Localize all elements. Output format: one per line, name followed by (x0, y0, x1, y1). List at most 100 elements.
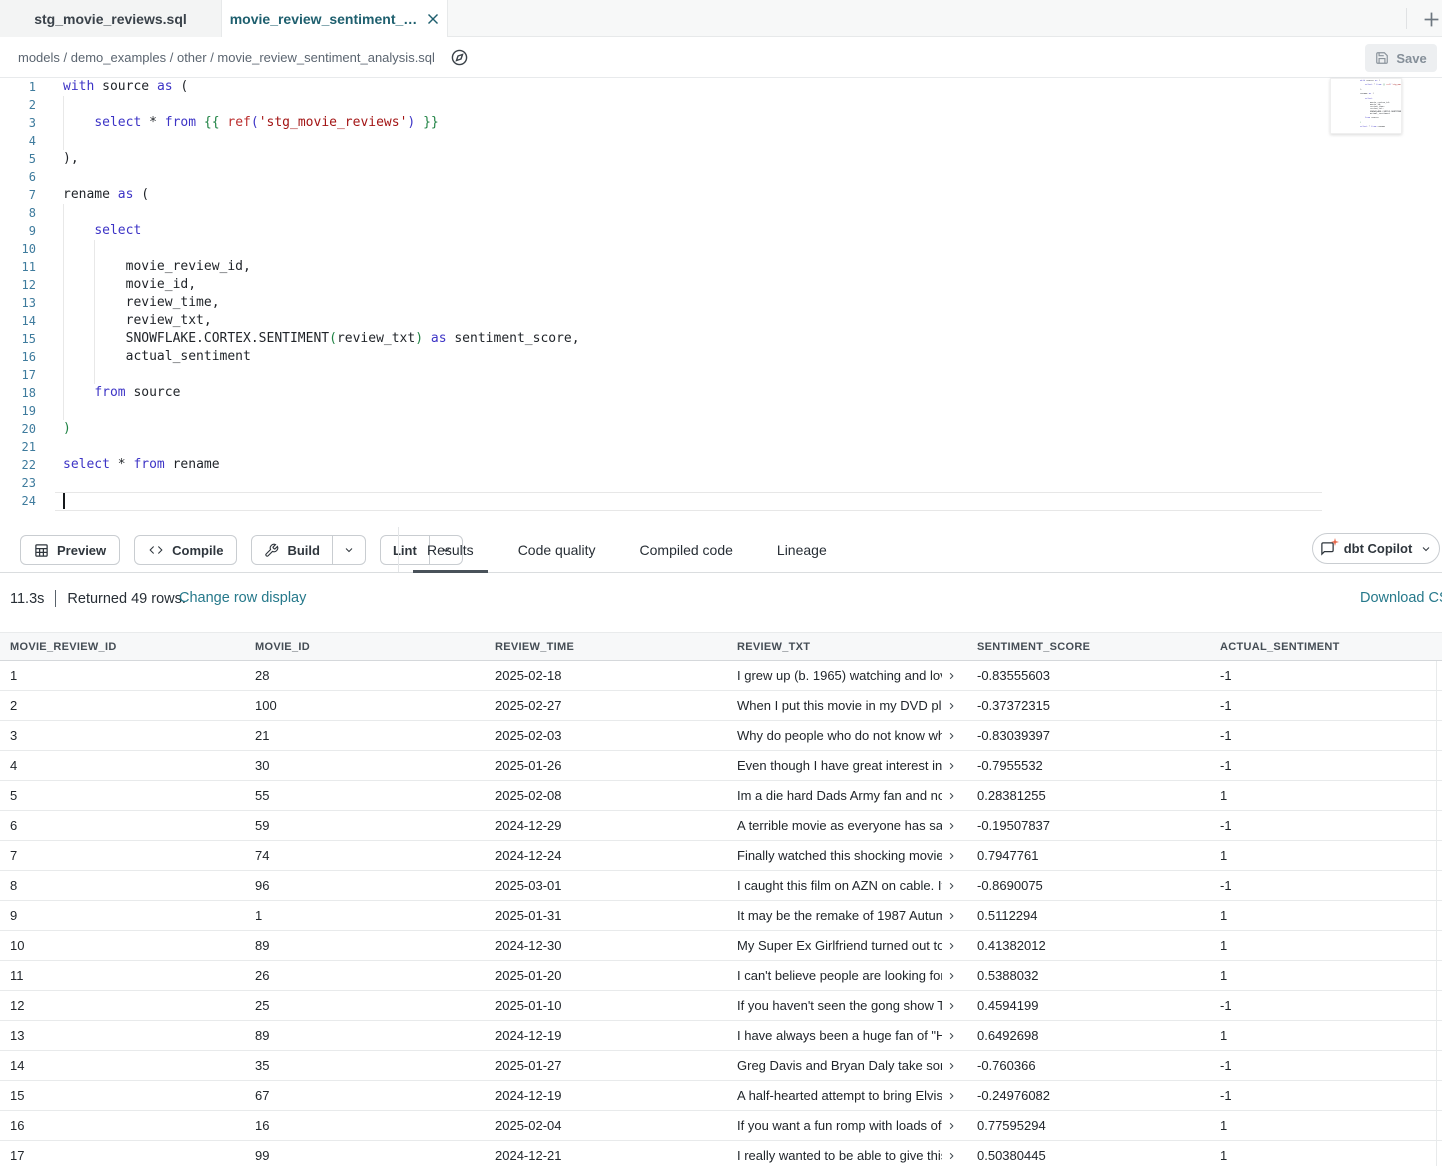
cell-review_txt: It may be the remake of 1987 Autumn'… (727, 908, 967, 923)
code-line[interactable]: 11 movie_review_id, (0, 258, 1442, 276)
tab-movie-review-sentiment[interactable]: movie_review_sentiment_… (222, 0, 448, 38)
copilot-chat-icon (1320, 541, 1336, 557)
cell-movie_id: 89 (245, 938, 485, 953)
tab-stg-movie-reviews[interactable]: stg_movie_reviews.sql (0, 0, 222, 37)
code-line[interactable]: 6 (0, 168, 1442, 186)
expand-review-icon[interactable] (946, 1120, 957, 1132)
divider (55, 590, 56, 607)
code-line[interactable]: 13 review_time, (0, 294, 1442, 312)
cell-movie_review_id: 13 (0, 1028, 245, 1043)
code-line[interactable]: 12 movie_id, (0, 276, 1442, 294)
table-header-row: MOVIE_REVIEW_IDMOVIE_IDREVIEW_TIMEREVIEW… (0, 632, 1442, 661)
expand-review-icon[interactable] (946, 970, 957, 982)
tab-results[interactable]: Results (413, 527, 488, 572)
cell-sentiment_score: 0.5388032 (967, 968, 1210, 983)
expand-review-icon[interactable] (946, 1090, 957, 1102)
code-line[interactable]: 17 (0, 366, 1442, 384)
code-line[interactable]: 5), (0, 150, 1442, 168)
preview-button[interactable]: Preview (20, 535, 120, 565)
cell-movie_id: 96 (245, 878, 485, 893)
expand-review-icon[interactable] (946, 790, 957, 802)
cell-review_time: 2025-01-31 (485, 908, 727, 923)
expand-review-icon[interactable] (946, 700, 957, 712)
line-number: 3 (0, 114, 36, 132)
compass-icon[interactable] (447, 44, 473, 70)
table-body: 1282025-02-18I grew up (b. 1965) watchin… (0, 661, 1442, 1166)
expand-review-icon[interactable] (946, 730, 957, 742)
code-line[interactable]: 9 select (0, 222, 1442, 240)
save-button[interactable]: Save (1365, 44, 1437, 72)
code-line[interactable]: 3 select * from {{ ref('stg_movie_review… (0, 114, 1442, 132)
review-text: Finally watched this shocking movie la… (737, 848, 942, 863)
code-line[interactable]: 4 (0, 132, 1442, 150)
review-text: My Super Ex Girlfriend turned out to b… (737, 938, 942, 953)
code-line[interactable]: 16 actual_sentiment (0, 348, 1442, 366)
expand-review-icon[interactable] (946, 850, 957, 862)
column-header-sentiment_score: SENTIMENT_SCORE (967, 641, 1210, 653)
line-number: 2 (0, 96, 36, 114)
cell-movie_id: 25 (245, 998, 485, 1013)
tab-code-quality[interactable]: Code quality (504, 527, 610, 572)
expand-review-icon[interactable] (946, 940, 957, 952)
indent-guide (63, 96, 64, 150)
code-line[interactable]: 8 (0, 204, 1442, 222)
tab-compiled-code[interactable]: Compiled code (626, 527, 747, 572)
code-line[interactable]: 14 review_txt, (0, 312, 1442, 330)
line-number: 19 (0, 402, 36, 420)
code-icon (148, 543, 164, 557)
cell-movie_id: 59 (245, 818, 485, 833)
save-icon (1375, 51, 1389, 65)
tab-lineage[interactable]: Lineage (763, 527, 841, 572)
change-row-display-link[interactable]: Change row display (179, 590, 306, 606)
cell-movie_id: 89 (245, 1028, 485, 1043)
dbt-copilot-button[interactable]: dbt Copilot (1312, 533, 1440, 564)
code-line[interactable]: 7rename as ( (0, 186, 1442, 204)
code-line[interactable]: 2 (0, 96, 1442, 114)
sql-code-editor[interactable]: 1with source as (23 select * from {{ ref… (0, 78, 1442, 527)
review-text: I caught this film on AZN on cable. It s… (737, 878, 942, 893)
compile-button[interactable]: Compile (134, 535, 237, 565)
cell-movie_review_id: 1 (0, 668, 245, 683)
cell-actual_sentiment: -1 (1210, 1051, 1437, 1080)
divider (1406, 8, 1407, 29)
code-line[interactable]: 18 from source (0, 384, 1442, 402)
column-header-review_txt: REVIEW_TXT (727, 641, 967, 653)
copilot-label: dbt Copilot (1344, 541, 1413, 556)
expand-review-icon[interactable] (946, 1060, 957, 1072)
code-line[interactable]: 1with source as ( (0, 78, 1442, 96)
build-dropdown-chevron-icon[interactable] (332, 536, 365, 564)
code-line[interactable]: 15 SNOWFLAKE.CORTEX.SENTIMENT(review_txt… (0, 330, 1442, 348)
cell-sentiment_score: -0.83555603 (967, 668, 1210, 683)
expand-review-icon[interactable] (946, 910, 957, 922)
sparkle-icon (1331, 538, 1339, 546)
table-row: 10892024-12-30My Super Ex Girlfriend tur… (0, 931, 1442, 961)
expand-review-icon[interactable] (946, 1150, 957, 1162)
expand-review-icon[interactable] (946, 670, 957, 682)
cell-review_time: 2025-03-01 (485, 878, 727, 893)
preview-label: Preview (57, 543, 106, 558)
close-tab-icon[interactable] (427, 13, 439, 25)
expand-review-icon[interactable] (946, 820, 957, 832)
build-button[interactable]: Build (252, 536, 332, 564)
code-line[interactable]: 22select * from rename (0, 456, 1442, 474)
cell-actual_sentiment: 1 (1210, 1111, 1437, 1140)
cell-review_txt: I really wanted to be able to give this … (727, 1148, 967, 1163)
code-line[interactable]: 10 (0, 240, 1442, 258)
cell-review_txt: A terrible movie as everyone has said. … (727, 818, 967, 833)
code-line[interactable]: 21 (0, 438, 1442, 456)
code-line[interactable]: 20) (0, 420, 1442, 438)
cell-review_txt: When I put this movie in my DVD playe… (727, 698, 967, 713)
expand-review-icon[interactable] (946, 880, 957, 892)
expand-review-icon[interactable] (946, 1000, 957, 1012)
minimap[interactable]: with source as ( select * from {{ ref('s… (1330, 78, 1402, 134)
wrench-icon (264, 543, 279, 558)
code-line[interactable]: 23 (0, 474, 1442, 492)
download-csv-link[interactable]: Download CSV (1360, 590, 1442, 606)
expand-review-icon[interactable] (946, 1030, 957, 1042)
cell-actual_sentiment: 1 (1210, 1141, 1437, 1166)
cell-review_time: 2025-01-20 (485, 968, 727, 983)
new-tab-button[interactable] (1418, 6, 1442, 32)
cell-movie_id: 26 (245, 968, 485, 983)
code-line[interactable]: 19 (0, 402, 1442, 420)
expand-review-icon[interactable] (946, 760, 957, 772)
